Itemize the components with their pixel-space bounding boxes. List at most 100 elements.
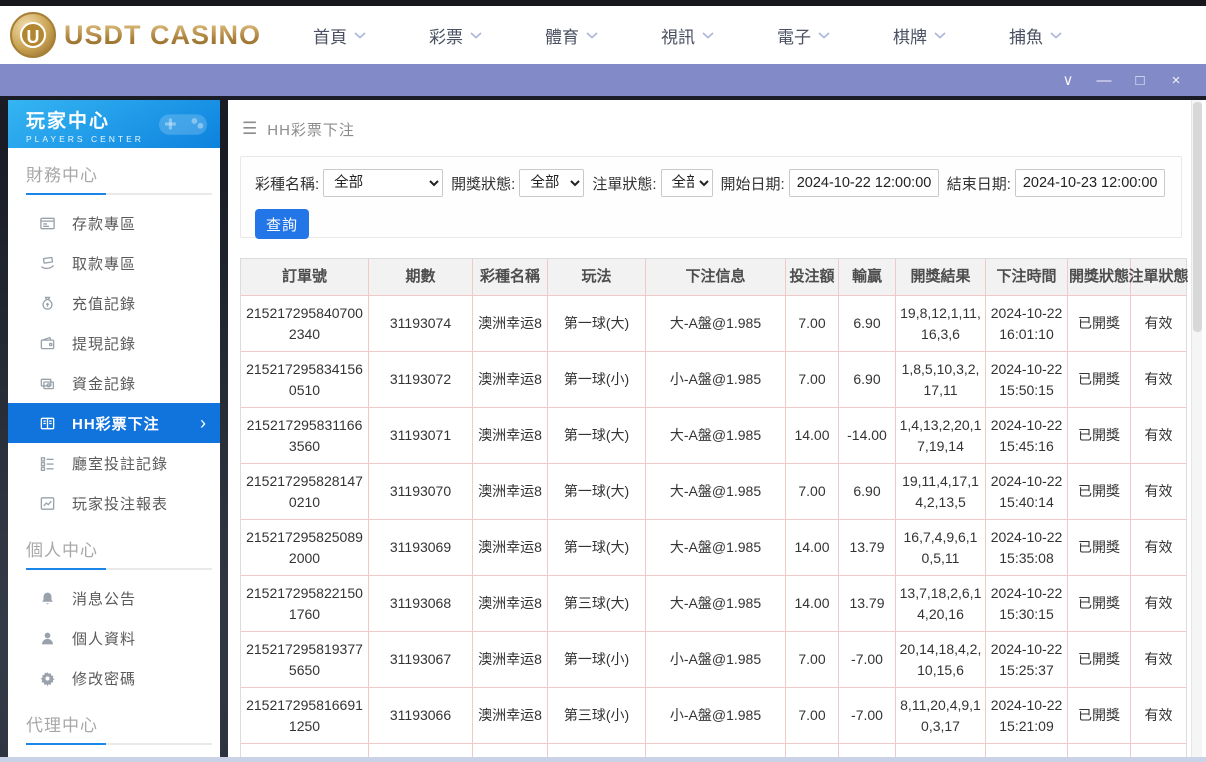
cell-lottery-name: 澳洲幸运8 — [473, 632, 548, 688]
draw-status-select[interactable]: 全部 — [519, 169, 584, 197]
table-header-cell: 輸贏 — [839, 259, 896, 296]
nav-item[interactable]: 首頁 — [313, 23, 366, 48]
bell-icon — [38, 589, 56, 607]
nav-item-label: 電子 — [777, 23, 811, 48]
cell-order-status: 有效 — [1131, 408, 1186, 464]
sidebar-item[interactable]: 資金記錄 — [8, 363, 220, 403]
nav-item-label: 棋牌 — [893, 23, 927, 48]
sidebar-item[interactable]: 玩家投注報表 — [8, 483, 220, 523]
withdraw-record-icon — [38, 334, 56, 352]
cell-bet-amount: 7.00 — [786, 296, 839, 352]
cell-order-status: 有效 — [1131, 296, 1186, 352]
minimize-icon[interactable]: — — [1088, 67, 1120, 93]
main-nav: 首頁 彩票 體育 視訊 電子 棋牌 — [313, 23, 1062, 48]
cell-draw-status: 已開獎 — [1068, 632, 1131, 688]
sidebar-item[interactable]: 存款專區 — [8, 203, 220, 243]
lottery-name-select[interactable]: 全部 — [323, 169, 443, 197]
sidebar-item[interactable]: 取款專區 — [8, 243, 220, 283]
cell-lottery-name: 澳洲幸运8 — [473, 296, 548, 352]
cell-period: 31193068 — [369, 576, 473, 632]
cell-play-type: 第一球(大) — [548, 408, 646, 464]
cell-draw-status: 已開獎 — [1068, 408, 1131, 464]
nav-item[interactable]: 捕魚 — [1009, 23, 1062, 48]
cell-order-status: 有效 — [1131, 464, 1186, 520]
sidebar-item[interactable]: 修改密碼 — [8, 658, 220, 698]
chevron-down-icon — [702, 32, 714, 39]
table-header-cell: 注單狀態 — [1131, 259, 1186, 296]
chevron-down-icon[interactable]: ∨ — [1052, 67, 1084, 93]
sidebar-item-label: 個人資料 — [72, 628, 136, 649]
chevron-down-icon — [934, 32, 946, 39]
cell-bet-time: 2024-10-22 15:25:37 — [986, 632, 1068, 688]
breadcrumb-label: HH彩票下注 — [267, 119, 355, 140]
cell-win-loss: 13.79 — [839, 576, 896, 632]
cell-period: 31193066 — [369, 688, 473, 744]
cell-period: 31193072 — [369, 352, 473, 408]
sidebar-item[interactable]: 個人資料 — [8, 618, 220, 658]
cell-play-type: 第三球(小) — [548, 688, 646, 744]
close-icon[interactable]: × — [1160, 67, 1192, 93]
cell-win-loss: 6.90 — [839, 296, 896, 352]
sidebar-item[interactable]: 充值記錄 — [8, 283, 220, 323]
table-row: 2152172958341560510 31193072 澳洲幸运8 第一球(小… — [241, 352, 1186, 408]
section-title-personal: 個人中心 — [8, 536, 220, 561]
recharge-record-icon — [38, 294, 56, 312]
scrollbar-thumb[interactable] — [1193, 102, 1202, 332]
cell-lottery-name: 澳洲幸运8 — [473, 408, 548, 464]
cell-bet-info: 大-A盤@1.985 — [646, 464, 786, 520]
menu-icon[interactable]: ☰ — [242, 119, 257, 139]
maximize-icon[interactable]: □ — [1124, 67, 1156, 93]
nav-item-label: 體育 — [545, 23, 579, 48]
cell-lottery-name: 澳洲幸运8 — [473, 688, 548, 744]
sidebar-item[interactable]: 消息公告 — [8, 578, 220, 618]
table-header-cell: 訂單號 — [241, 259, 369, 296]
brand-logo[interactable]: U USDT CASINO — [10, 12, 261, 58]
cell-draw-result: 19,11,4,17,14,2,13,5 — [896, 464, 986, 520]
order-status-select[interactable]: 全部 — [661, 169, 713, 197]
nav-item[interactable]: 棋牌 — [893, 23, 946, 48]
end-date-input[interactable] — [1015, 169, 1165, 197]
cell-draw-result: 16,7,4,9,6,10,5,11 — [896, 520, 986, 576]
cell-play-type: 第一球(小) — [548, 352, 646, 408]
cell-order-no: 2152172958281470210 — [241, 464, 369, 520]
nav-item[interactable]: 電子 — [777, 23, 830, 48]
query-button[interactable]: 查詢 — [255, 209, 309, 239]
sidebar-item[interactable]: 提現記錄 — [8, 323, 220, 363]
cell-win-loss: 6.90 — [839, 464, 896, 520]
table-header-cell: 下注信息 — [646, 259, 786, 296]
cell-order-no: 2152172958193775650 — [241, 632, 369, 688]
nav-item-label: 彩票 — [429, 23, 463, 48]
cell-draw-status: 已開獎 — [1068, 464, 1131, 520]
draw-status-label: 開獎狀態: — [451, 173, 515, 194]
sidebar-item[interactable]: HH彩票下注 › — [8, 403, 220, 443]
cell-win-loss: -7.00 — [839, 632, 896, 688]
personal-menu: 消息公告 個人資料 修改密碼 — [8, 578, 220, 698]
table-row: 2152172958407002340 31193074 澳洲幸运8 第一球(大… — [241, 296, 1186, 352]
sidebar-item-label: 消息公告 — [72, 588, 136, 609]
chevron-down-icon — [1050, 32, 1062, 39]
hall-bet-record-icon — [38, 454, 56, 472]
sidebar-item-label: 提現記錄 — [72, 333, 136, 354]
sidebar-item[interactable]: 廳室投註記錄 — [8, 443, 220, 483]
cell-draw-result: 1,8,5,10,3,2,17,11 — [896, 352, 986, 408]
start-date-input[interactable] — [789, 169, 939, 197]
vertical-scrollbar — [1191, 100, 1202, 758]
nav-item[interactable]: 彩票 — [429, 23, 482, 48]
cell-draw-result: 8,11,20,4,9,10,3,17 — [896, 688, 986, 744]
table-header-cell: 下注時間 — [986, 259, 1068, 296]
withdraw-icon — [38, 254, 56, 272]
lottery-name-label: 彩種名稱: — [255, 173, 319, 194]
nav-item[interactable]: 體育 — [545, 23, 598, 48]
lottery-bet-icon — [38, 414, 56, 432]
start-date-label: 開始日期: — [721, 173, 785, 194]
sidebar-item-label: 資金記錄 — [72, 373, 136, 394]
chevron-down-icon — [470, 32, 482, 39]
nav-item[interactable]: 視訊 — [661, 23, 714, 48]
window-bottom-edge — [0, 757, 1206, 762]
table-header-row: 訂單號期數彩種名稱玩法下注信息投注額輸贏開獎結果下注時間開獎狀態注單狀態 — [241, 259, 1186, 296]
cell-bet-time: 2024-10-22 16:01:10 — [986, 296, 1068, 352]
cell-bet-info: 小-A盤@1.985 — [646, 688, 786, 744]
cell-win-loss: -14.00 — [839, 408, 896, 464]
end-date-label: 結束日期: — [947, 173, 1011, 194]
cell-bet-amount: 14.00 — [786, 408, 839, 464]
